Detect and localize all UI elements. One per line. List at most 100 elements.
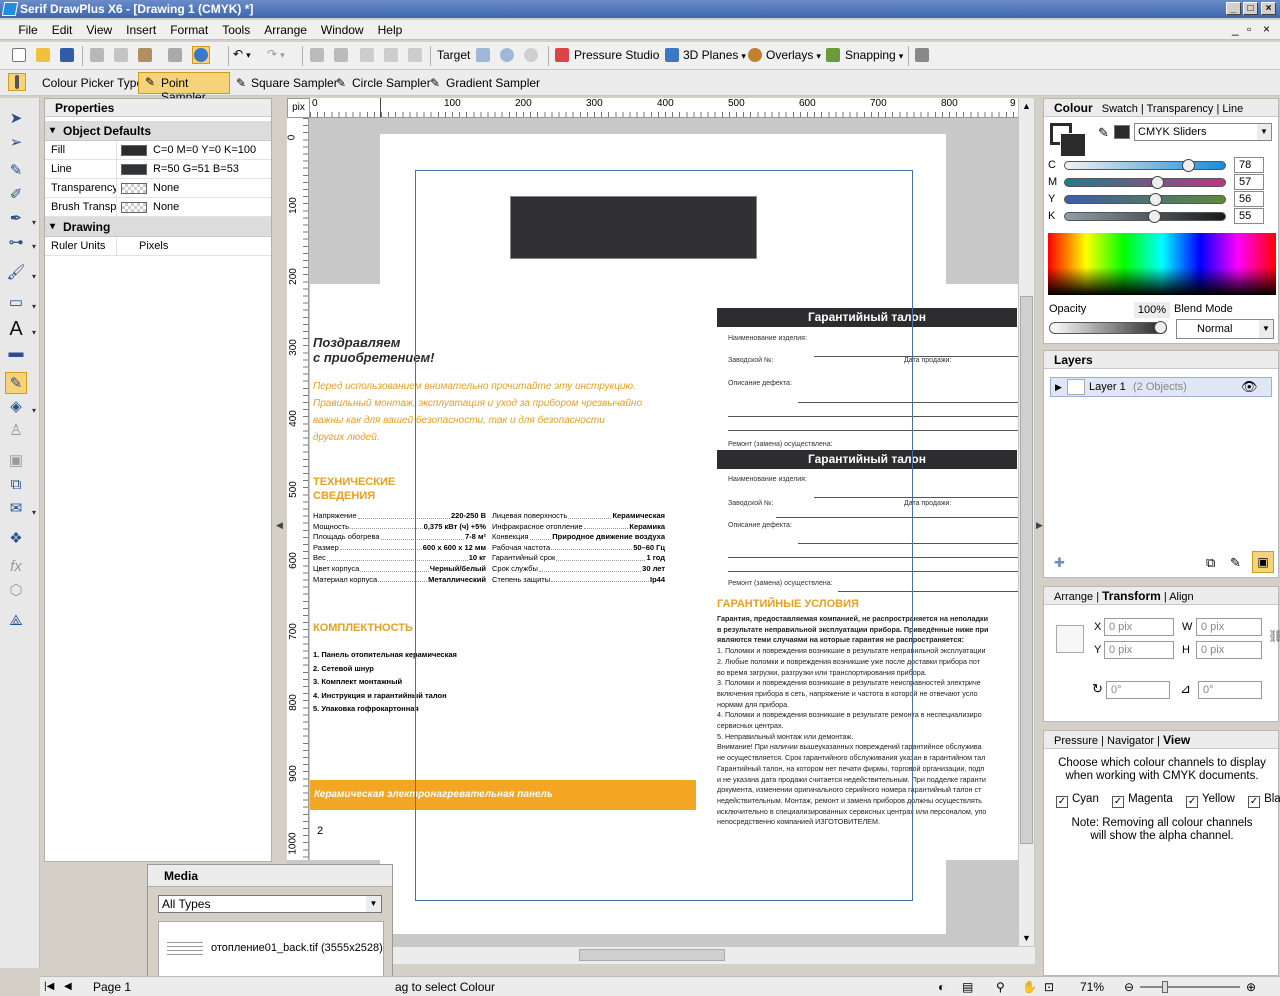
pencil-tool-icon[interactable]: ✎	[5, 160, 27, 182]
rotate-tool-icon[interactable]: ⧉	[5, 474, 27, 496]
doc-minimize-icon[interactable]: _	[1232, 22, 1239, 36]
vertical-scroll-thumb[interactable]	[1020, 296, 1033, 844]
minimize-button[interactable]: _	[1226, 2, 1241, 15]
paint-tool-icon[interactable]: 🖌 ▾	[5, 262, 36, 284]
opacity-value[interactable]: 100%	[1134, 302, 1170, 318]
opacity-knob[interactable]	[1154, 321, 1167, 334]
colour-picker-tool-icon[interactable]: ✎	[5, 372, 27, 394]
pressure-studio-button[interactable]: Pressure Studio	[574, 42, 659, 68]
channel-slider[interactable]	[1064, 210, 1226, 223]
property-row[interactable]: Fill C=0 M=0 Y=0 K=100	[45, 141, 271, 160]
undo-icon[interactable]: ↶	[232, 46, 262, 64]
selection-frame[interactable]	[415, 170, 913, 901]
paste-icon[interactable]	[136, 46, 154, 64]
first-page-icon[interactable]: |◀	[44, 977, 54, 996]
menu-arrange[interactable]: Arrange	[257, 20, 314, 40]
collapse-left-icon[interactable]: ◀	[276, 520, 283, 531]
channel-knob[interactable]	[1182, 159, 1195, 172]
maximize-button[interactable]: □	[1243, 2, 1258, 15]
format-painter-icon[interactable]	[166, 46, 184, 64]
menu-edit[interactable]: Edit	[45, 20, 80, 40]
print-icon[interactable]	[913, 46, 931, 64]
menu-tools[interactable]: Tools	[215, 20, 257, 40]
zoom-in-icon[interactable]: ⊕	[1246, 977, 1256, 996]
open-icon[interactable]	[34, 46, 52, 64]
collapse-right-icon[interactable]: ▶	[1036, 520, 1043, 531]
doc-close-icon[interactable]: ×	[1263, 22, 1270, 36]
redo-icon[interactable]: ↷	[266, 46, 296, 64]
eyedropper-icon[interactable]: ✎	[1098, 125, 1109, 141]
media-filter-select[interactable]: All Types ▼	[158, 895, 382, 913]
tab-transparency[interactable]: Transparency	[1147, 103, 1214, 115]
colour-mode-select[interactable]: CMYK Sliders ▼	[1134, 123, 1272, 141]
media-file[interactable]: отопление01_back.tif (3555x2528)	[211, 942, 383, 954]
target-add-icon[interactable]	[474, 46, 492, 64]
group-icon[interactable]	[358, 46, 376, 64]
save-icon[interactable]	[58, 46, 76, 64]
rotation-input[interactable]: 0°	[1106, 681, 1170, 699]
tab-swatch[interactable]: Swatch	[1102, 103, 1138, 115]
layer-options-icon[interactable]: ▣	[1252, 551, 1274, 573]
tab-align[interactable]: Align	[1169, 591, 1193, 603]
tab-transform[interactable]: Transform	[1102, 589, 1161, 603]
page-view-icon[interactable]: ▤	[962, 977, 973, 996]
target-intersect-icon[interactable]	[498, 46, 516, 64]
shear-input[interactable]: 0°	[1198, 681, 1262, 699]
pen-tool-icon[interactable]: ✒ ▾	[5, 208, 36, 230]
measure-tool-icon[interactable]: ⟁	[5, 610, 27, 632]
image-tool-icon[interactable]: ▬	[5, 342, 27, 364]
ungroup-icon[interactable]	[382, 46, 400, 64]
property-row[interactable]: Ruler Units Pixels	[45, 237, 271, 256]
horizontal-scrollbar[interactable]	[287, 946, 1035, 964]
anchor-box[interactable]	[1056, 625, 1084, 653]
zoom-slider-knob[interactable]	[1162, 981, 1168, 993]
property-row[interactable]: Line R=50 G=51 B=53	[45, 160, 271, 179]
channel-slider[interactable]	[1064, 176, 1226, 189]
layer-row[interactable]: ▶ Layer 1 (2 Objects) 👁	[1050, 377, 1272, 397]
menu-insert[interactable]: Insert	[119, 20, 163, 40]
cut-icon[interactable]	[88, 46, 106, 64]
drawing-section[interactable]: Drawing	[45, 217, 271, 237]
channel-value[interactable]: 57	[1234, 174, 1264, 190]
vertical-scrollbar[interactable]: ▲ ▼	[1018, 98, 1034, 946]
new-icon[interactable]	[10, 46, 28, 64]
layer-properties-icon[interactable]: ⧉	[1206, 555, 1215, 571]
horizontal-scroll-thumb[interactable]	[579, 949, 725, 961]
pan-tool-icon[interactable]: ✋	[1022, 977, 1037, 996]
connector-tool-icon[interactable]: ⊶ ▾	[5, 232, 37, 254]
point-sampler-button[interactable]: Point Sampler ✎	[138, 72, 230, 104]
colour-spectrum[interactable]	[1048, 233, 1276, 295]
menu-help[interactable]: Help	[371, 20, 410, 40]
zoom-fit-icon[interactable]: ⊡	[1044, 977, 1054, 996]
property-row[interactable]: Brush TransparencyNone	[45, 198, 271, 217]
snapping-button[interactable]: Snapping	[845, 42, 903, 69]
horizontal-ruler[interactable]: 0 100 200 300 400 500 600 700 800 9	[310, 98, 1018, 118]
tab-navigator[interactable]: Navigator	[1107, 735, 1154, 747]
flip-vertical-icon[interactable]	[332, 46, 350, 64]
menu-window[interactable]: Window	[314, 20, 371, 40]
close-button[interactable]: ×	[1261, 2, 1276, 15]
web-icon[interactable]	[192, 46, 210, 64]
menu-file[interactable]: File	[11, 20, 44, 40]
edit-layer-icon[interactable]: ✎	[1230, 555, 1241, 571]
zoom-level[interactable]: 71%	[1080, 977, 1104, 996]
doc-restore-icon[interactable]: ▫	[1247, 22, 1251, 36]
blend-mode-select[interactable]: Normal ▼	[1176, 319, 1274, 339]
channel-knob[interactable]	[1149, 193, 1162, 206]
3d-planes-button[interactable]: 3D Planes	[683, 42, 746, 69]
yellow-checkbox[interactable]: ✓ Yellow	[1186, 793, 1235, 808]
vertical-ruler[interactable]: 0 100 200 300 400 500 600 700 800 900 10…	[287, 118, 309, 860]
eye-icon[interactable]: 👁	[1241, 378, 1258, 396]
opacity-slider[interactable]	[1049, 321, 1167, 334]
media-thumbnail[interactable]	[167, 940, 203, 958]
brush-tool-icon[interactable]: ✐	[5, 184, 27, 206]
view-mode-icon[interactable]: ◐	[938, 977, 945, 996]
copy-icon[interactable]	[112, 46, 130, 64]
gradient-sampler-button[interactable]: Gradient Sampler	[446, 70, 540, 96]
channel-value[interactable]: 56	[1234, 191, 1264, 207]
envelope-tool-icon[interactable]: ✉ ▾	[5, 498, 36, 520]
effects-icon[interactable]: fx	[5, 556, 27, 578]
magenta-checkbox[interactable]: ✓ Magenta	[1112, 793, 1173, 808]
3d-planes-icon[interactable]	[663, 46, 681, 64]
circle-sampler-button[interactable]: Circle Sampler	[352, 70, 431, 96]
